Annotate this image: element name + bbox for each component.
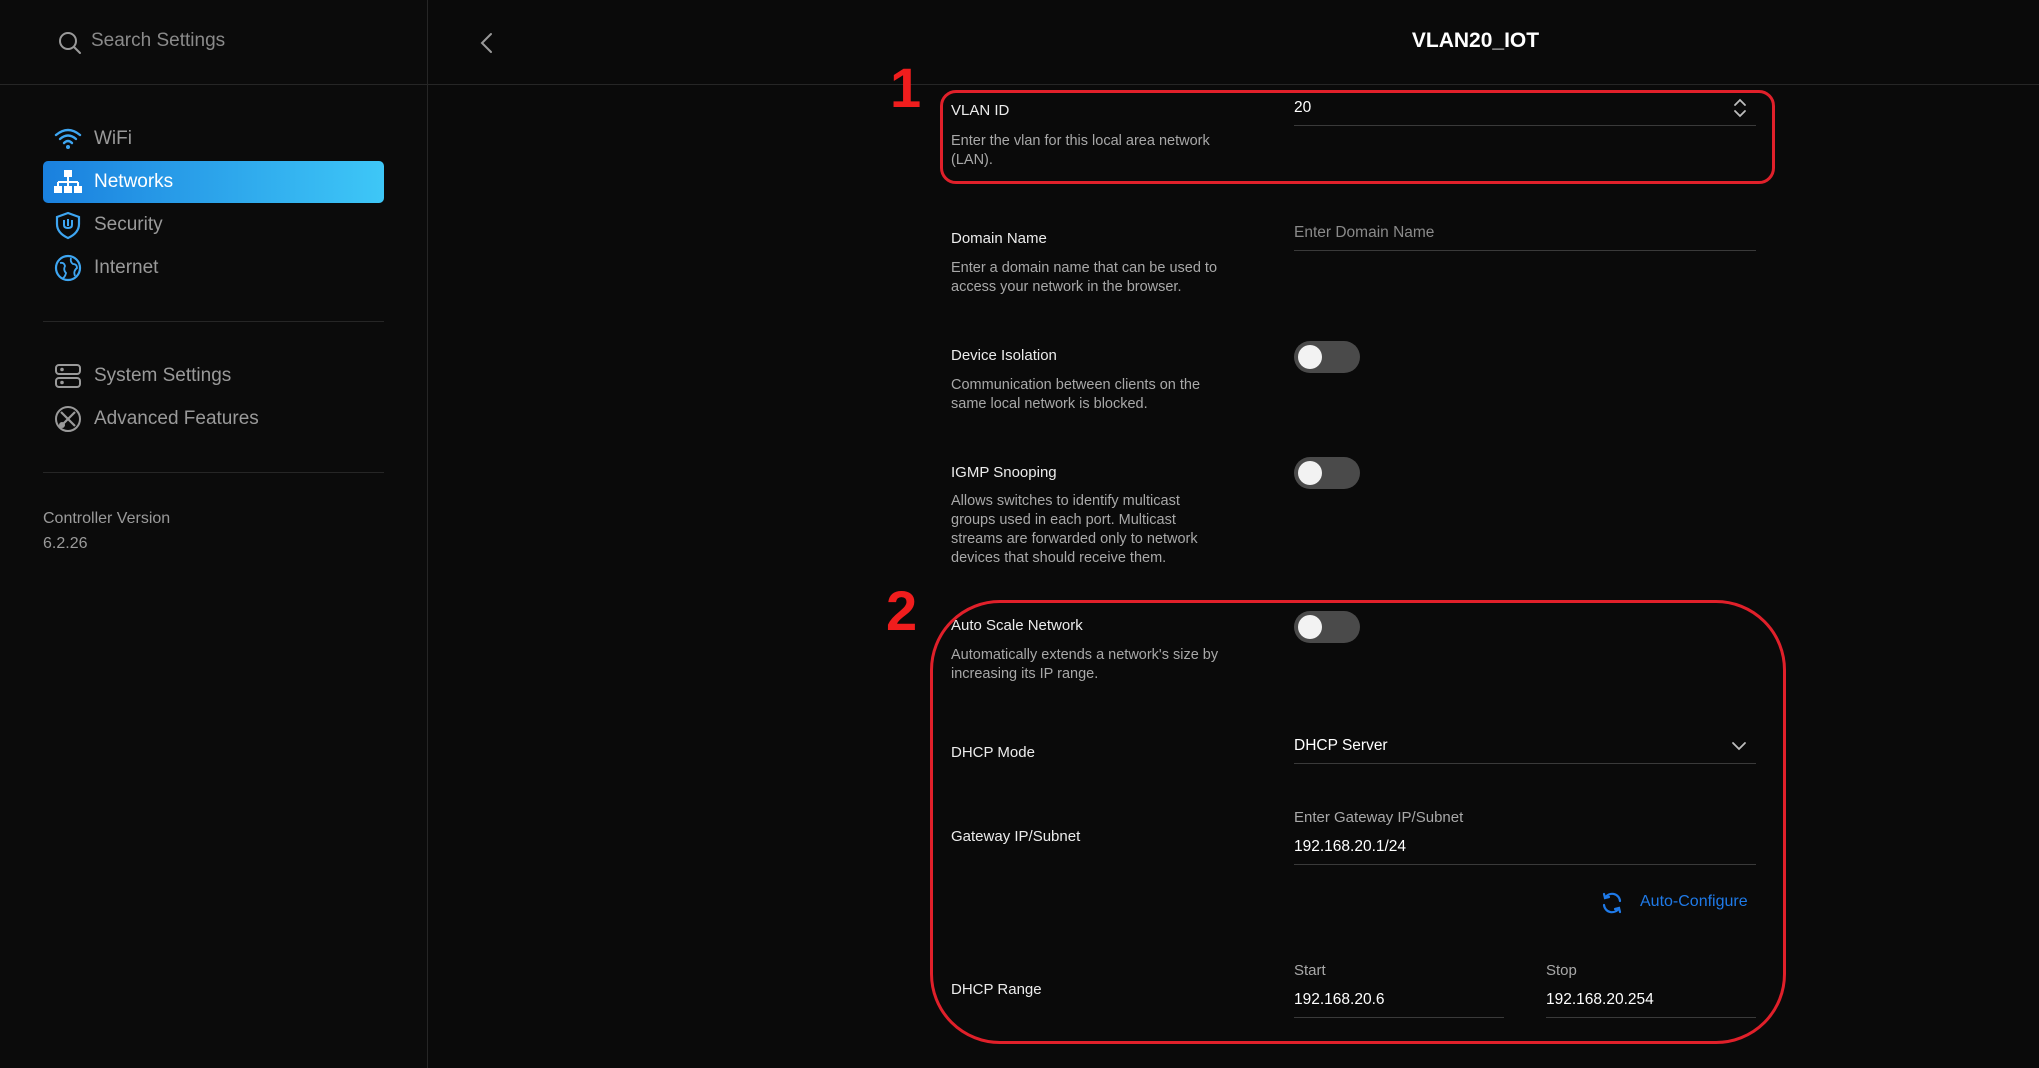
igmp-snooping-label: IGMP Snooping [951, 464, 1057, 481]
description-line: Communication between clients on the [951, 377, 1201, 393]
sidebar-item-label: Advanced Features [94, 408, 259, 429]
sidebar-item-label: Internet [94, 257, 159, 278]
domain-name-input[interactable]: Enter Domain Name [1294, 220, 1756, 251]
sidebar-divider [43, 321, 384, 322]
description-line: same local network is blocked. [951, 396, 1148, 412]
sidebar-item-system-settings[interactable]: System Settings [43, 355, 384, 397]
device-isolation-label: Device Isolation [951, 347, 1057, 364]
networks-icon [54, 170, 82, 193]
annotation-marker-2: 2 [886, 579, 918, 642]
domain-name-placeholder: Enter Domain Name [1294, 224, 1435, 241]
page-title: VLAN20_IOT [1411, 29, 1540, 52]
domain-name-description: Enter a domain name that can be used to … [951, 259, 1251, 297]
sidebar-item-label: WiFi [94, 128, 132, 149]
advanced-features-icon [55, 406, 81, 432]
annotation-marker-1: 1 [890, 56, 922, 119]
description-line: groups used in each port. Multicast [951, 512, 1176, 528]
toggle-knob [1298, 345, 1322, 369]
sidebar-item-security[interactable]: Security [43, 204, 384, 246]
search-bar[interactable]: Search Settings [0, 0, 427, 85]
description-line: access your network in the browser. [951, 279, 1182, 295]
page-header: VLAN20_IOT [428, 0, 2039, 85]
igmp-snooping-description: Allows switches to identify multicast gr… [951, 492, 1251, 568]
device-isolation-toggle[interactable] [1294, 341, 1360, 373]
description-line: devices that should receive them. [951, 550, 1167, 566]
sidebar-item-label: Security [94, 214, 163, 235]
sidebar-item-label: System Settings [94, 365, 232, 386]
sidebar-item-wifi[interactable]: WiFi [43, 118, 384, 160]
wifi-icon [54, 128, 82, 149]
sidebar-divider [43, 472, 384, 473]
controller-version-value: 6.2.26 [43, 535, 88, 552]
toggle-knob [1298, 461, 1322, 485]
sidebar: Search Settings WiFi Networks Security I… [0, 0, 428, 1068]
description-line: Enter a domain name that can be used to [951, 260, 1218, 276]
sidebar-item-internet[interactable]: Internet [43, 247, 384, 289]
system-settings-icon [55, 364, 81, 388]
description-line: Allows switches to identify multicast [951, 493, 1180, 509]
controller-version-label: Controller Version [43, 510, 171, 527]
globe-icon [54, 254, 82, 282]
sidebar-item-networks[interactable]: Networks [43, 161, 384, 203]
app-window: Search Settings WiFi Networks Security I… [0, 0, 2039, 1068]
search-icon [59, 32, 81, 54]
device-isolation-description: Communication between clients on the sam… [951, 376, 1251, 414]
search-input[interactable]: Search Settings [91, 30, 225, 52]
sidebar-item-label: Networks [94, 171, 174, 192]
shield-icon [55, 211, 81, 240]
highlight-box-2 [930, 600, 1786, 1044]
sidebar-item-advanced-features[interactable]: Advanced Features [43, 398, 384, 440]
igmp-snooping-toggle[interactable] [1294, 457, 1360, 489]
domain-name-label: Domain Name [951, 230, 1047, 247]
highlight-box-1 [940, 90, 1775, 184]
description-line: streams are forwarded only to network [951, 531, 1198, 547]
